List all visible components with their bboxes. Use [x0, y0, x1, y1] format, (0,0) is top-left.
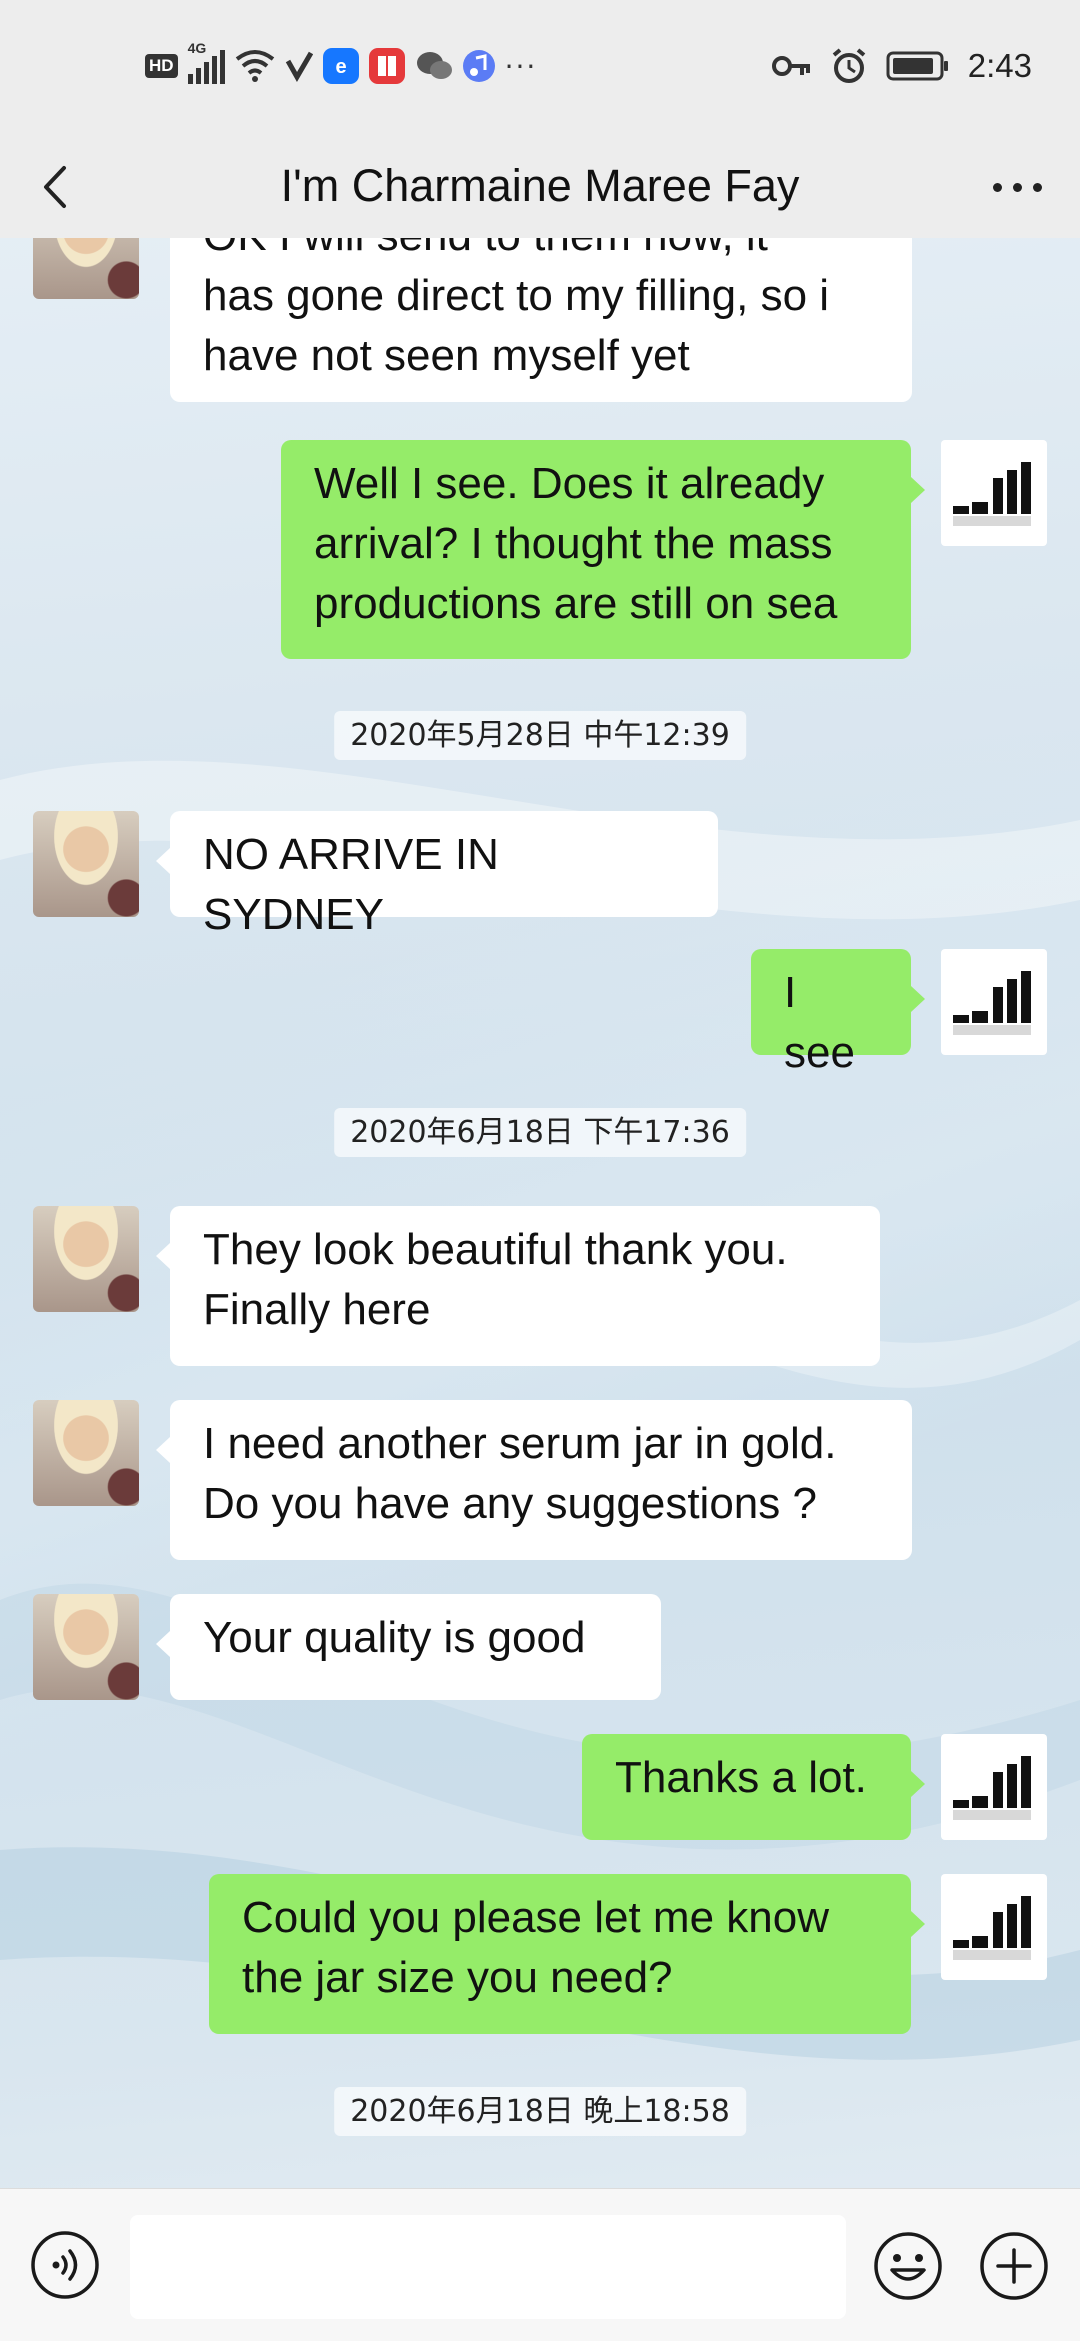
incoming-message[interactable]: I need another serum jar in gold. Do you… [156, 1400, 912, 1560]
add-attachment-button[interactable] [978, 2230, 1050, 2302]
chat-header: I'm Charmaine Maree Fay [0, 135, 1080, 238]
my-avatar[interactable] [941, 440, 1047, 546]
outgoing-message[interactable]: Well I see. Does it already arrival? I t… [281, 440, 925, 659]
hd-badge: HD [145, 54, 178, 78]
back-button[interactable] [30, 160, 84, 214]
my-avatar[interactable] [941, 1874, 1047, 1980]
chevron-left-icon [44, 166, 66, 208]
my-avatar[interactable] [941, 1734, 1047, 1840]
more-dot [1032, 182, 1042, 192]
contact-avatar[interactable] [33, 811, 139, 917]
timestamp: 2020年6月18日 下午17:36 [334, 1108, 746, 1157]
contact-avatar[interactable] [33, 1400, 139, 1506]
emoji-icon [874, 2232, 942, 2300]
timestamp: 2020年5月28日 中午12:39 [334, 711, 746, 760]
status-bar: HD 4G e ··· 2:43 [0, 0, 1080, 135]
plus-icon [980, 2232, 1048, 2300]
voice-icon [31, 2231, 99, 2299]
alipay-icon: e [322, 48, 359, 84]
outgoing-message[interactable]: I see [751, 949, 925, 1077]
incoming-message[interactable]: They look beautiful thank you. Finally h… [156, 1206, 880, 1366]
message-input[interactable] [130, 2215, 846, 2319]
more-options-button[interactable] [984, 160, 1050, 214]
outgoing-message[interactable]: Could you please let me know the jar siz… [209, 1874, 925, 2034]
music-icon [462, 50, 495, 82]
signal-bars-avatar-icon [953, 1896, 1031, 1960]
page-title: I'm Charmaine Maree Fay [280, 160, 800, 211]
signal-bars-avatar-icon [953, 1756, 1031, 1820]
timestamp: 2020年6月18日 晚上18:58 [334, 2087, 746, 2136]
wifi-icon [235, 50, 274, 82]
message-list[interactable]: OK I will send to them now, it has gone … [0, 238, 1080, 2188]
book-icon [368, 48, 405, 84]
my-avatar[interactable] [941, 949, 1047, 1055]
network-type-label: 4G [187, 40, 207, 56]
incoming-message[interactable]: OK I will send to them now, it has gone … [170, 238, 912, 402]
signal-bars-avatar-icon [953, 462, 1031, 526]
battery-icon [886, 51, 948, 81]
contact-avatar[interactable] [33, 1594, 139, 1700]
contact-avatar[interactable] [33, 238, 139, 299]
alarm-icon [832, 48, 866, 83]
more-dot [1012, 182, 1022, 192]
status-bar-left: HD 4G e ··· [145, 40, 538, 88]
signal-bars-avatar-icon [953, 971, 1031, 1035]
outgoing-message[interactable]: Thanks a lot. [582, 1734, 925, 1840]
key-icon [771, 56, 810, 76]
more-dots-icon: ··· [504, 49, 538, 83]
more-horizontal-icon [992, 182, 1002, 192]
check-icon [285, 51, 313, 83]
wechat-icon [416, 52, 452, 79]
status-bar-right: 2:43 [771, 44, 1032, 88]
voice-button[interactable] [30, 2230, 100, 2300]
incoming-message[interactable]: Your quality is good [156, 1594, 661, 1700]
signal-icon: 4G [187, 40, 225, 84]
incoming-message[interactable]: NO ARRIVE IN SYDNEY [156, 811, 718, 939]
svg-text:e: e [335, 56, 346, 78]
contact-avatar[interactable] [33, 1206, 139, 1312]
input-bar [0, 2188, 1080, 2341]
status-time: 2:43 [967, 47, 1032, 84]
emoji-button[interactable] [872, 2230, 944, 2302]
